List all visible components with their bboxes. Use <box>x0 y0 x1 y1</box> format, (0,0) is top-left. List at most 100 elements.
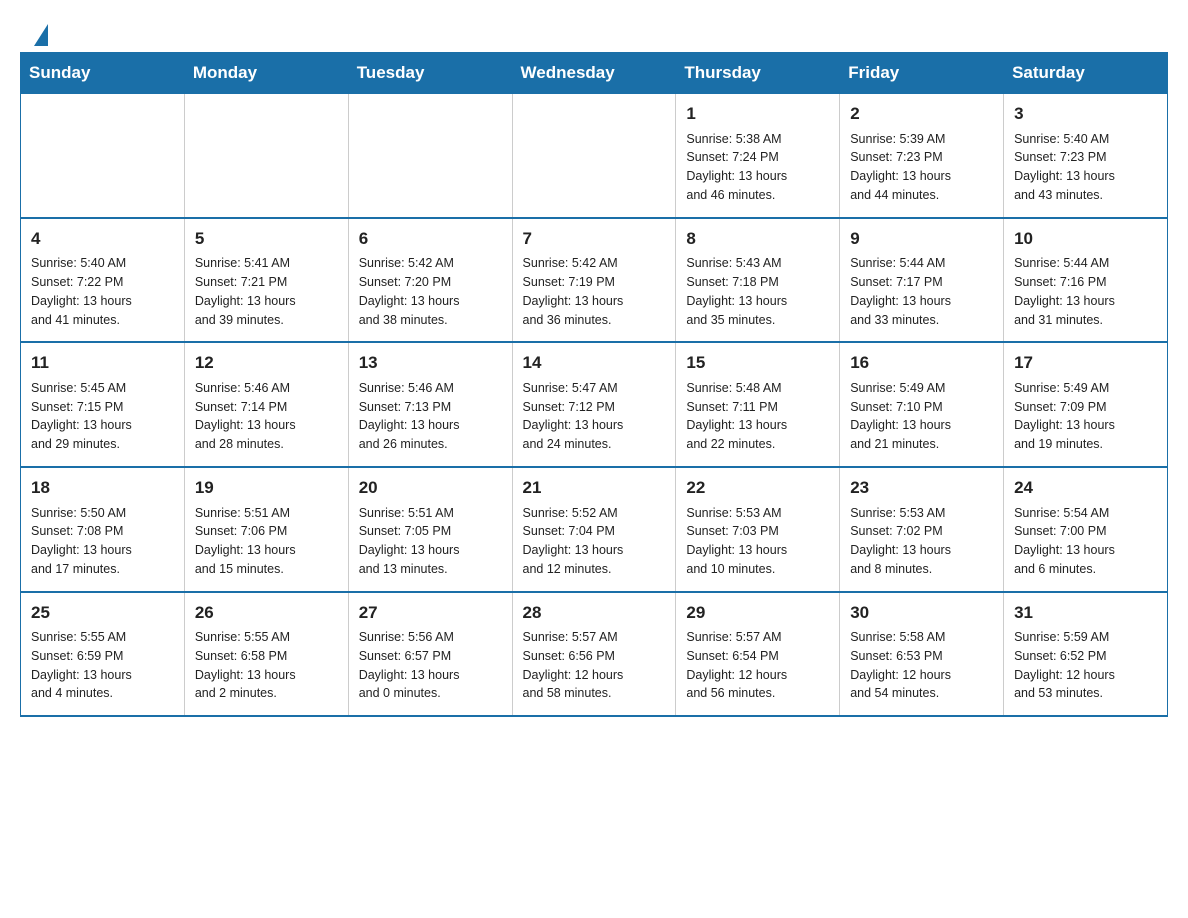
day-number: 17 <box>1014 351 1157 376</box>
calendar-cell: 25Sunrise: 5:55 AM Sunset: 6:59 PM Dayli… <box>21 592 185 717</box>
day-info: Sunrise: 5:45 AM Sunset: 7:15 PM Dayligh… <box>31 379 174 454</box>
weekday-header-friday: Friday <box>840 53 1004 94</box>
calendar-cell <box>512 94 676 218</box>
weekday-header-wednesday: Wednesday <box>512 53 676 94</box>
calendar-cell: 22Sunrise: 5:53 AM Sunset: 7:03 PM Dayli… <box>676 467 840 592</box>
calendar-cell: 31Sunrise: 5:59 AM Sunset: 6:52 PM Dayli… <box>1004 592 1168 717</box>
day-info: Sunrise: 5:42 AM Sunset: 7:19 PM Dayligh… <box>523 254 666 329</box>
weekday-header-thursday: Thursday <box>676 53 840 94</box>
weekday-header-sunday: Sunday <box>21 53 185 94</box>
day-number: 16 <box>850 351 993 376</box>
day-info: Sunrise: 5:54 AM Sunset: 7:00 PM Dayligh… <box>1014 504 1157 579</box>
day-number: 14 <box>523 351 666 376</box>
day-info: Sunrise: 5:44 AM Sunset: 7:17 PM Dayligh… <box>850 254 993 329</box>
day-info: Sunrise: 5:44 AM Sunset: 7:16 PM Dayligh… <box>1014 254 1157 329</box>
calendar-cell: 10Sunrise: 5:44 AM Sunset: 7:16 PM Dayli… <box>1004 218 1168 343</box>
day-info: Sunrise: 5:51 AM Sunset: 7:05 PM Dayligh… <box>359 504 502 579</box>
day-number: 23 <box>850 476 993 501</box>
calendar-cell: 30Sunrise: 5:58 AM Sunset: 6:53 PM Dayli… <box>840 592 1004 717</box>
day-info: Sunrise: 5:38 AM Sunset: 7:24 PM Dayligh… <box>686 130 829 205</box>
day-number: 25 <box>31 601 174 626</box>
day-number: 20 <box>359 476 502 501</box>
day-number: 24 <box>1014 476 1157 501</box>
calendar-cell: 26Sunrise: 5:55 AM Sunset: 6:58 PM Dayli… <box>184 592 348 717</box>
day-info: Sunrise: 5:40 AM Sunset: 7:23 PM Dayligh… <box>1014 130 1157 205</box>
calendar-week-row: 25Sunrise: 5:55 AM Sunset: 6:59 PM Dayli… <box>21 592 1168 717</box>
day-number: 13 <box>359 351 502 376</box>
calendar-cell: 29Sunrise: 5:57 AM Sunset: 6:54 PM Dayli… <box>676 592 840 717</box>
calendar-cell: 3 Sunrise: 5:40 AM Sunset: 7:23 PM Daylig… <box>1004 94 1168 218</box>
day-info: Sunrise: 5:43 AM Sunset: 7:18 PM Dayligh… <box>686 254 829 329</box>
day-info: Sunrise: 5:49 AM Sunset: 7:09 PM Dayligh… <box>1014 379 1157 454</box>
day-info: Sunrise: 5:52 AM Sunset: 7:04 PM Dayligh… <box>523 504 666 579</box>
calendar-week-row: 4Sunrise: 5:40 AM Sunset: 7:22 PM Daylig… <box>21 218 1168 343</box>
calendar-cell: 18 Sunrise: 5:50 AM Sunset: 7:08 PM Dayli… <box>21 467 185 592</box>
day-info: Sunrise: 5:56 AM Sunset: 6:57 PM Dayligh… <box>359 628 502 703</box>
day-number: 18 <box>31 476 174 501</box>
calendar-cell: 16 Sunrise: 5:49 AM Sunset: 7:10 PM Dayli… <box>840 342 1004 467</box>
page-header <box>0 0 1188 52</box>
calendar-cell <box>184 94 348 218</box>
day-number: 27 <box>359 601 502 626</box>
calendar-cell: 12Sunrise: 5:46 AM Sunset: 7:14 PM Dayli… <box>184 342 348 467</box>
logo-triangle-icon <box>34 24 48 46</box>
day-info: Sunrise: 5:57 AM Sunset: 6:54 PM Dayligh… <box>686 628 829 703</box>
logo <box>32 24 64 40</box>
calendar-cell: 15Sunrise: 5:48 AM Sunset: 7:11 PM Dayli… <box>676 342 840 467</box>
calendar-week-row: 1 Sunrise: 5:38 AM Sunset: 7:24 PM Daylig… <box>21 94 1168 218</box>
weekday-header-tuesday: Tuesday <box>348 53 512 94</box>
day-number: 28 <box>523 601 666 626</box>
day-number: 22 <box>686 476 829 501</box>
calendar-cell: 23 Sunrise: 5:53 AM Sunset: 7:02 PM Dayli… <box>840 467 1004 592</box>
calendar-cell: 24 Sunrise: 5:54 AM Sunset: 7:00 PM Dayli… <box>1004 467 1168 592</box>
day-number: 8 <box>686 227 829 252</box>
weekday-header-row: SundayMondayTuesdayWednesdayThursdayFrid… <box>21 53 1168 94</box>
day-info: Sunrise: 5:51 AM Sunset: 7:06 PM Dayligh… <box>195 504 338 579</box>
calendar-cell: 28Sunrise: 5:57 AM Sunset: 6:56 PM Dayli… <box>512 592 676 717</box>
day-number: 30 <box>850 601 993 626</box>
calendar-cell <box>21 94 185 218</box>
calendar-cell: 13 Sunrise: 5:46 AM Sunset: 7:13 PM Dayli… <box>348 342 512 467</box>
day-number: 5 <box>195 227 338 252</box>
calendar-cell: 19Sunrise: 5:51 AM Sunset: 7:06 PM Dayli… <box>184 467 348 592</box>
calendar-cell: 1 Sunrise: 5:38 AM Sunset: 7:24 PM Daylig… <box>676 94 840 218</box>
day-info: Sunrise: 5:46 AM Sunset: 7:13 PM Dayligh… <box>359 379 502 454</box>
day-info: Sunrise: 5:42 AM Sunset: 7:20 PM Dayligh… <box>359 254 502 329</box>
weekday-header-saturday: Saturday <box>1004 53 1168 94</box>
day-number: 6 <box>359 227 502 252</box>
day-number: 4 <box>31 227 174 252</box>
day-number: 21 <box>523 476 666 501</box>
day-number: 26 <box>195 601 338 626</box>
day-number: 2 <box>850 102 993 127</box>
calendar-cell: 20 Sunrise: 5:51 AM Sunset: 7:05 PM Dayli… <box>348 467 512 592</box>
day-info: Sunrise: 5:50 AM Sunset: 7:08 PM Dayligh… <box>31 504 174 579</box>
calendar-week-row: 18 Sunrise: 5:50 AM Sunset: 7:08 PM Dayli… <box>21 467 1168 592</box>
day-info: Sunrise: 5:49 AM Sunset: 7:10 PM Dayligh… <box>850 379 993 454</box>
day-number: 11 <box>31 351 174 376</box>
calendar-table: SundayMondayTuesdayWednesdayThursdayFrid… <box>20 52 1168 717</box>
day-info: Sunrise: 5:53 AM Sunset: 7:02 PM Dayligh… <box>850 504 993 579</box>
day-number: 3 <box>1014 102 1157 127</box>
calendar-cell: 2 Sunrise: 5:39 AM Sunset: 7:23 PM Daylig… <box>840 94 1004 218</box>
day-number: 7 <box>523 227 666 252</box>
day-info: Sunrise: 5:55 AM Sunset: 6:58 PM Dayligh… <box>195 628 338 703</box>
day-number: 15 <box>686 351 829 376</box>
day-info: Sunrise: 5:55 AM Sunset: 6:59 PM Dayligh… <box>31 628 174 703</box>
day-number: 9 <box>850 227 993 252</box>
day-info: Sunrise: 5:58 AM Sunset: 6:53 PM Dayligh… <box>850 628 993 703</box>
calendar-cell: 17 Sunrise: 5:49 AM Sunset: 7:09 PM Dayli… <box>1004 342 1168 467</box>
calendar-cell <box>348 94 512 218</box>
calendar-wrap: SundayMondayTuesdayWednesdayThursdayFrid… <box>0 52 1188 737</box>
day-number: 10 <box>1014 227 1157 252</box>
calendar-cell: 9Sunrise: 5:44 AM Sunset: 7:17 PM Daylig… <box>840 218 1004 343</box>
calendar-cell: 5Sunrise: 5:41 AM Sunset: 7:21 PM Daylig… <box>184 218 348 343</box>
calendar-cell: 27Sunrise: 5:56 AM Sunset: 6:57 PM Dayli… <box>348 592 512 717</box>
calendar-week-row: 11 Sunrise: 5:45 AM Sunset: 7:15 PM Dayli… <box>21 342 1168 467</box>
day-info: Sunrise: 5:59 AM Sunset: 6:52 PM Dayligh… <box>1014 628 1157 703</box>
day-number: 12 <box>195 351 338 376</box>
day-number: 29 <box>686 601 829 626</box>
day-info: Sunrise: 5:47 AM Sunset: 7:12 PM Dayligh… <box>523 379 666 454</box>
day-info: Sunrise: 5:39 AM Sunset: 7:23 PM Dayligh… <box>850 130 993 205</box>
calendar-cell: 14 Sunrise: 5:47 AM Sunset: 7:12 PM Dayli… <box>512 342 676 467</box>
day-number: 1 <box>686 102 829 127</box>
